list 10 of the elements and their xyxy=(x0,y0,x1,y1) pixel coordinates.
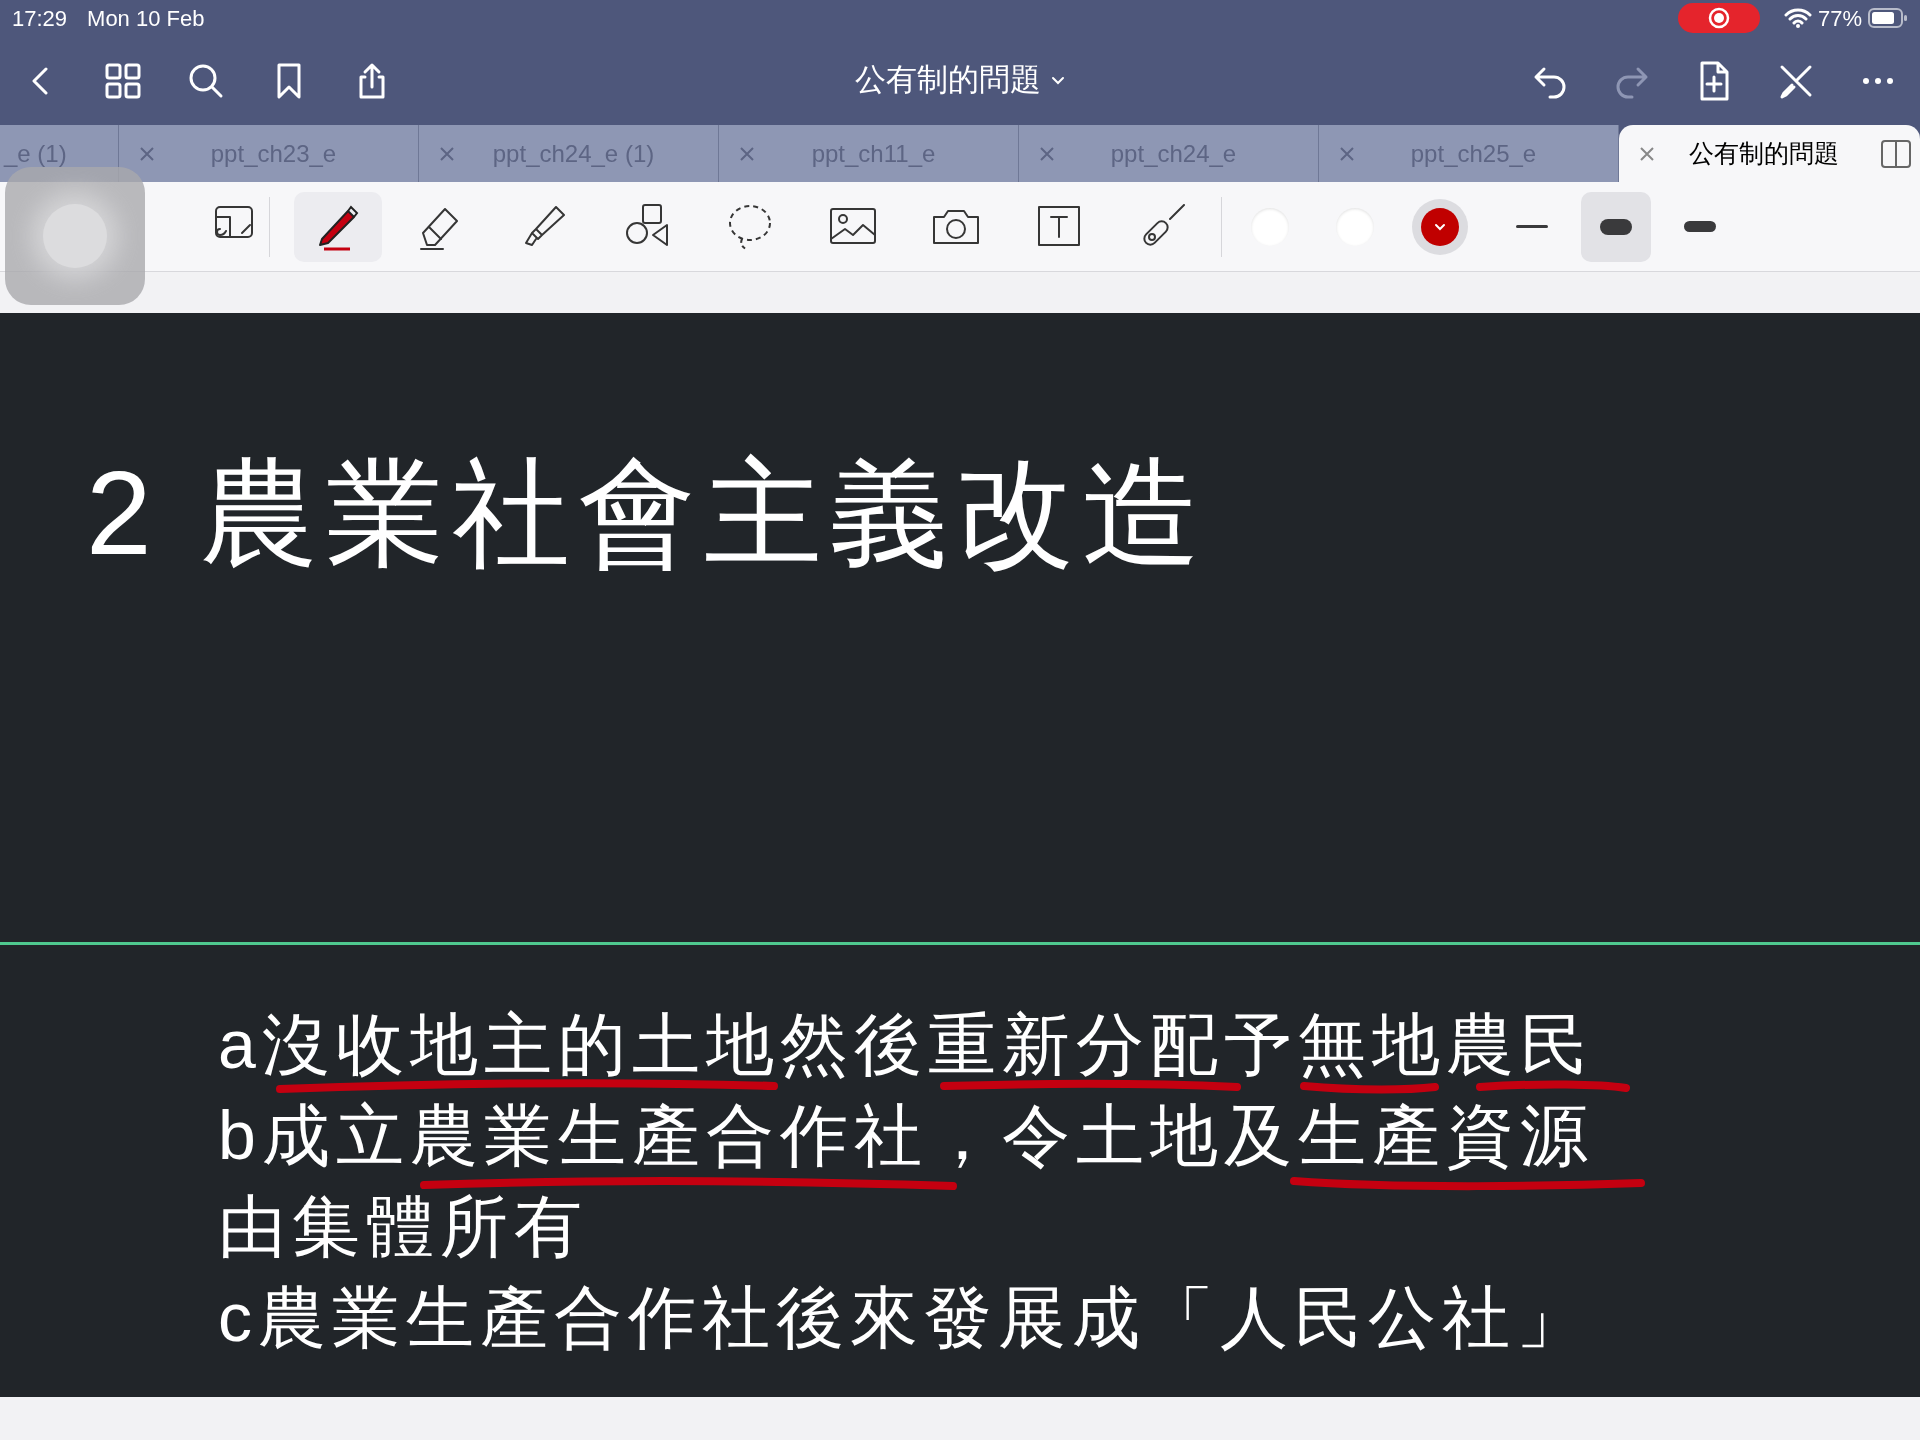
slide-text-line: a沒收地主的土地然後重新分配予無地農民 xyxy=(218,1008,1594,1080)
status-date: Mon 10 Feb xyxy=(87,4,205,33)
battery-percentage: 77% xyxy=(1817,4,1862,33)
slide-title: 2 農業社會主義改造 xyxy=(86,453,1210,573)
slide-text-line: b成立農業生產合作社，令土地及生產資源 xyxy=(218,1099,1594,1171)
document-tab[interactable]: 公有制的問題 xyxy=(1619,125,1920,182)
status-time: 17:29 xyxy=(12,4,68,33)
document-title-menu[interactable]: 公有制的問題 xyxy=(855,57,1065,104)
slide-text-line: c農業生產合作社後來發展成「人民公社」 xyxy=(218,1281,1590,1353)
slide-text-line: 由集體所有 xyxy=(218,1190,588,1262)
